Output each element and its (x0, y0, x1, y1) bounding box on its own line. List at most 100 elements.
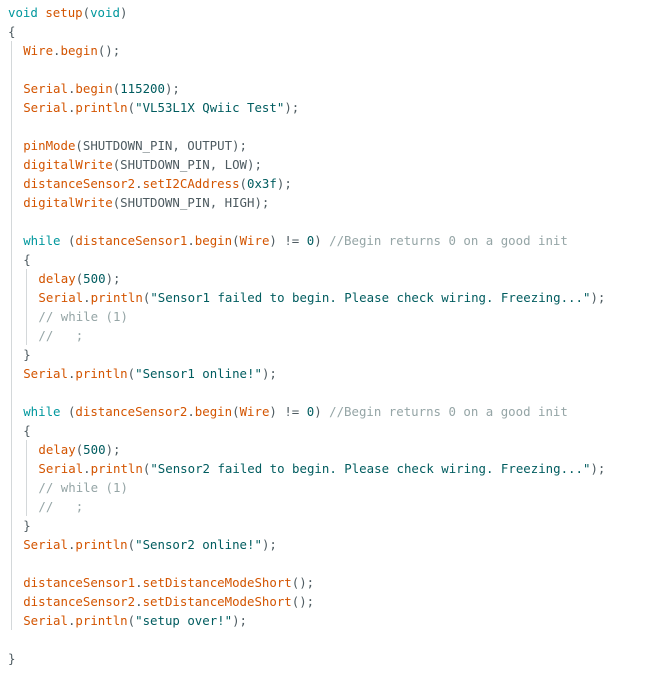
code-token-pl: ) (314, 404, 330, 419)
code-token-pl: ); (232, 613, 248, 628)
code-line[interactable]: { (8, 22, 605, 41)
code-token-pl: (SHUTDOWN_PIN, LOW); (112, 157, 262, 172)
code-token-kw: while (23, 233, 61, 248)
code-line[interactable]: delay(500); (8, 269, 605, 288)
code-line[interactable]: } (8, 345, 605, 364)
indent-guide (11, 364, 12, 383)
indent-guide (11, 535, 12, 554)
code-token-pl: ); (590, 290, 606, 305)
code-line[interactable]: Serial.println("VL53L1X Qwiic Test"); (8, 98, 605, 117)
code-line[interactable]: // ; (8, 326, 605, 345)
code-line[interactable]: Wire.begin(); (8, 41, 605, 60)
code-line[interactable]: while (distanceSensor1.begin(Wire) != 0)… (8, 231, 605, 250)
code-token-fn: setDistanceModeShort (142, 575, 292, 590)
code-area[interactable]: void setup(void){Wire.begin(); Serial.beg… (8, 3, 605, 668)
code-token-num: 0x3f (247, 176, 277, 191)
code-line[interactable]: // ; (8, 497, 605, 516)
code-token-pl: (SHUTDOWN_PIN, HIGH); (112, 195, 270, 210)
code-token-fn: digitalWrite (23, 157, 113, 172)
code-token-fn: Serial (23, 537, 68, 552)
indent-guide (11, 250, 12, 269)
code-line[interactable]: Serial.println("Sensor2 failed to begin.… (8, 459, 605, 478)
code-token-pl: ( (127, 537, 136, 552)
code-line[interactable]: distanceSensor2.setI2CAddress(0x3f); (8, 174, 605, 193)
code-line[interactable] (8, 60, 605, 79)
code-line[interactable]: distanceSensor2.setDistanceModeShort(); (8, 592, 605, 611)
code-line[interactable]: digitalWrite(SHUTDOWN_PIN, LOW); (8, 155, 605, 174)
code-token-pl: } (23, 518, 31, 533)
code-token-fn: begin (75, 81, 113, 96)
indent-guide (11, 136, 12, 155)
indent-guide (26, 440, 28, 459)
code-line[interactable]: // while (1) (8, 307, 605, 326)
indent-guide (11, 193, 12, 212)
indent-guide (11, 269, 12, 288)
code-token-fn: begin (194, 233, 233, 248)
code-token-pl: ) != (269, 404, 307, 419)
code-line[interactable]: Serial.println("Sensor1 online!"); (8, 364, 605, 383)
code-line[interactable]: { (8, 421, 605, 440)
code-token-pl: { (8, 24, 16, 39)
code-token-fn: Serial (38, 461, 84, 476)
indent-guide (11, 155, 12, 174)
code-token-pl: ) (314, 233, 330, 248)
indent-guide (11, 573, 12, 592)
indent-guide (26, 307, 28, 326)
indent-guide (11, 383, 12, 402)
code-token-pl: ( (127, 366, 136, 381)
code-line[interactable]: digitalWrite(SHUTDOWN_PIN, HIGH); (8, 193, 605, 212)
code-token-pl: ( (232, 233, 240, 248)
code-line[interactable]: // while (1) (8, 478, 605, 497)
code-token-str: "Sensor1 failed to begin. Please check w… (150, 290, 591, 305)
code-token-pl: ); (105, 442, 121, 457)
code-token-pl: ); (590, 461, 606, 476)
code-token-num: 500 (83, 271, 106, 286)
code-token-num: 500 (83, 442, 106, 457)
code-token-pl: { (23, 423, 31, 438)
code-token-pl: ( (239, 176, 248, 191)
indent-guide (26, 478, 28, 497)
code-token-cm: // ; (38, 499, 84, 514)
code-line[interactable]: void setup(void) (8, 3, 605, 22)
indent-guide (11, 516, 12, 535)
code-token-pl: (); (291, 594, 315, 609)
code-token-pl: . (135, 594, 143, 609)
indent-guide (11, 41, 12, 60)
code-token-fn: setI2CAddress (142, 176, 240, 191)
code-line[interactable] (8, 383, 605, 402)
code-line[interactable]: while (distanceSensor2.begin(Wire) != 0)… (8, 402, 605, 421)
code-line[interactable]: Serial.begin(115200); (8, 79, 605, 98)
indent-guide (11, 307, 12, 326)
code-token-fn: setup (45, 5, 83, 20)
code-line[interactable]: delay(500); (8, 440, 605, 459)
code-line[interactable] (8, 117, 605, 136)
code-line[interactable]: } (8, 516, 605, 535)
code-token-pl: ); (276, 176, 292, 191)
indent-guide (11, 440, 12, 459)
indent-guide (11, 402, 12, 421)
code-line[interactable] (8, 630, 605, 649)
indent-guide (11, 326, 12, 345)
code-token-pl: ( (127, 100, 136, 115)
code-token-fn: println (90, 290, 143, 305)
code-line[interactable]: Serial.println("setup over!"); (8, 611, 605, 630)
code-line[interactable]: } (8, 649, 605, 668)
code-line[interactable] (8, 554, 605, 573)
code-token-cm: // while (1) (38, 309, 128, 324)
code-token-fn: println (90, 461, 143, 476)
code-token-pl: . (83, 461, 91, 476)
code-token-fn: pinMode (23, 138, 76, 153)
code-token-str: "Sensor2 failed to begin. Please check w… (150, 461, 591, 476)
indent-guide (11, 98, 12, 117)
code-line[interactable]: distanceSensor1.setDistanceModeShort(); (8, 573, 605, 592)
code-line[interactable]: pinMode(SHUTDOWN_PIN, OUTPUT); (8, 136, 605, 155)
code-token-fn: distanceSensor2 (23, 176, 136, 191)
code-token-fn: digitalWrite (23, 195, 113, 210)
code-token-fn: Serial (23, 613, 68, 628)
indent-guide (11, 288, 12, 307)
code-line[interactable]: Serial.println("Sensor1 failed to begin.… (8, 288, 605, 307)
code-line[interactable]: Serial.println("Sensor2 online!"); (8, 535, 605, 554)
code-line[interactable]: { (8, 250, 605, 269)
code-line[interactable] (8, 212, 605, 231)
code-editor[interactable]: void setup(void){Wire.begin(); Serial.beg… (0, 0, 651, 673)
